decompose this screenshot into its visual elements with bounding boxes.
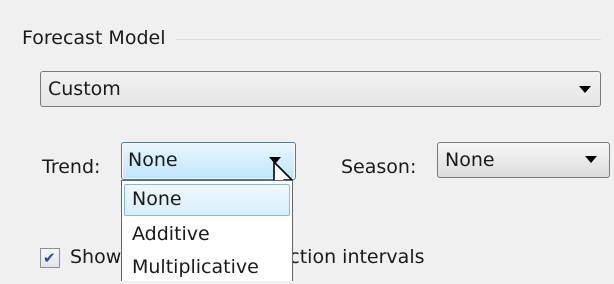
trend-dropdown[interactable]: None <box>121 142 296 180</box>
season-value: None <box>445 149 495 171</box>
chevron-down-icon <box>579 86 591 93</box>
season-dropdown[interactable]: None <box>437 142 610 178</box>
season-label: Season: <box>341 156 417 178</box>
trend-dropdown-list: None Additive Multiplicative <box>121 180 293 281</box>
forecast-model-value: Custom <box>48 78 121 100</box>
group-title: Forecast Model <box>22 27 166 49</box>
trend-label: Trend: <box>42 156 101 178</box>
forecast-options-panel: Forecast Model Custom Trend: None Season… <box>0 0 614 281</box>
trend-value: None <box>128 149 178 171</box>
trend-option-multiplicative[interactable]: Multiplicative <box>124 252 290 284</box>
group-divider <box>176 39 601 40</box>
chevron-down-icon <box>585 156 597 163</box>
prediction-intervals-checkbox[interactable]: ✔ <box>40 248 60 268</box>
forecast-model-dropdown[interactable]: Custom <box>40 71 601 107</box>
prediction-intervals-label-tail[interactable]: iction intervals <box>284 244 425 270</box>
prediction-intervals-label[interactable]: Show <box>70 244 121 270</box>
trend-option-none[interactable]: None <box>124 184 290 216</box>
trend-option-additive[interactable]: Additive <box>124 219 290 251</box>
checkmark-icon: ✔ <box>43 249 56 267</box>
